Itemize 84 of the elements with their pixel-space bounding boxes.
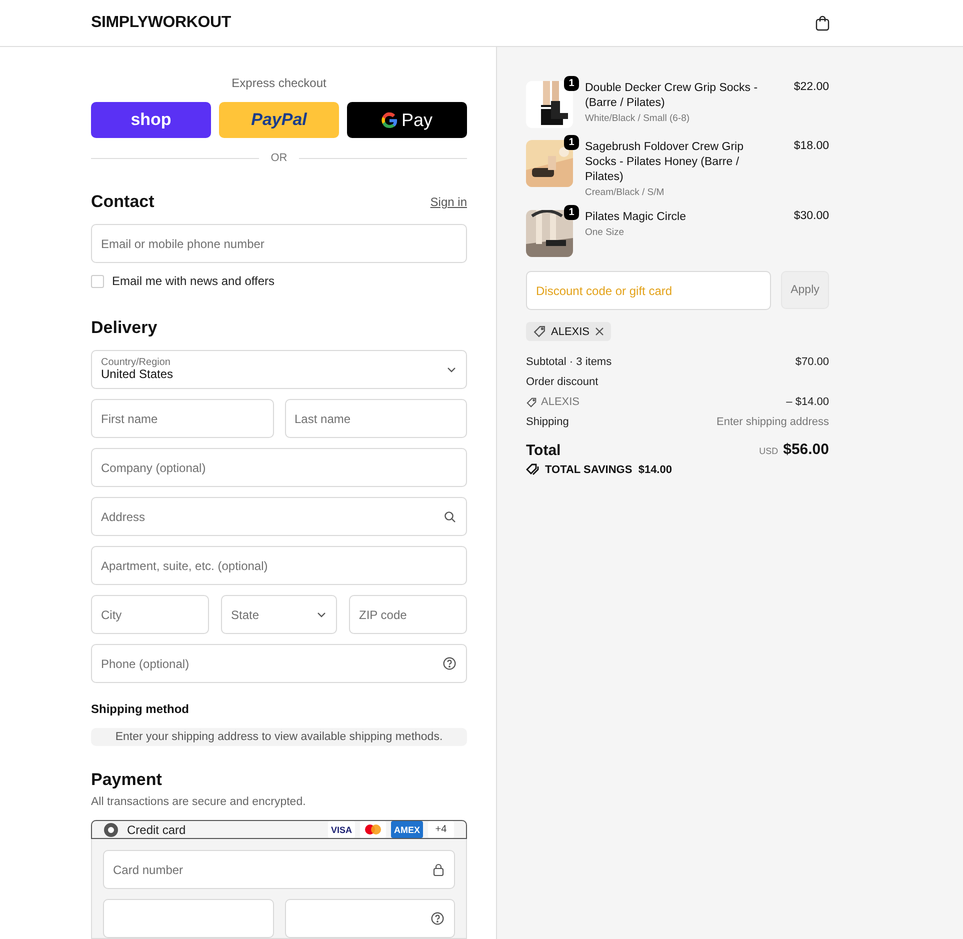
field-placeholder: Address bbox=[101, 510, 146, 524]
shopping-bag-icon[interactable] bbox=[815, 15, 830, 31]
product-variant: One Size bbox=[585, 227, 626, 238]
product-variant: Cream/Black / S/M bbox=[585, 187, 666, 198]
checkbox[interactable] bbox=[91, 274, 104, 288]
field-placeholder: Email or mobile phone number bbox=[101, 236, 264, 250]
product-name: Double Decker Crew Grip Socks - (Barre / Pilates) bbox=[585, 81, 759, 111]
paypal-button[interactable]: PayPal bbox=[219, 102, 339, 138]
input-field[interactable]: Email or mobile phone number bbox=[91, 224, 467, 263]
discount-code: ALEXIS bbox=[541, 396, 580, 408]
product-name: Sagebrush Foldover Crew Grip Socks - Pilates Honey (Barre / Pilates) bbox=[585, 140, 745, 185]
google-pay-button[interactable]: Pay bbox=[347, 102, 467, 138]
currency-code: USD bbox=[759, 446, 778, 456]
product-name: Pilates Magic Circle bbox=[585, 210, 687, 225]
select-field[interactable]: State bbox=[221, 595, 337, 634]
tag-icon bbox=[526, 396, 537, 408]
input-field[interactable]: Address bbox=[91, 497, 467, 536]
input-field[interactable]: Card number bbox=[103, 850, 455, 889]
section-title: Contact bbox=[91, 192, 154, 212]
product-price: $30.00 bbox=[794, 210, 829, 224]
section-title: Payment bbox=[91, 770, 162, 790]
quantity-badge: 1 bbox=[564, 135, 579, 150]
input-field[interactable]: First name bbox=[91, 399, 274, 438]
help-icon bbox=[431, 912, 444, 925]
input-field[interactable]: Company (optional) bbox=[91, 448, 467, 487]
total-savings: TOTAL SAVINGS $14.00 bbox=[545, 464, 672, 476]
total-label: Total bbox=[526, 442, 561, 458]
shop-pay-button[interactable]: shop bbox=[91, 102, 211, 138]
card-logo: AMEX bbox=[390, 821, 423, 838]
section-subtitle: Shipping method bbox=[91, 702, 190, 716]
section-title: Delivery bbox=[91, 318, 158, 338]
checkbox-label: Email me with news and offers bbox=[112, 274, 275, 288]
card-logo: VISA bbox=[328, 821, 355, 838]
input-field[interactable]: Phone (optional) bbox=[91, 644, 467, 683]
field-placeholder: City bbox=[101, 608, 122, 622]
summary-value: – $14.00 bbox=[786, 396, 829, 408]
more-cards-badge: +4 bbox=[428, 821, 454, 838]
field-placeholder: Phone (optional) bbox=[101, 656, 190, 670]
payment-method-option[interactable]: Credit card VISA AMEX +4 bbox=[91, 820, 467, 839]
input-field[interactable] bbox=[103, 899, 274, 938]
field-placeholder: First name bbox=[101, 412, 158, 426]
summary-value: Enter shipping address bbox=[716, 416, 829, 428]
quantity-badge: 1 bbox=[564, 76, 579, 91]
field-value: United States bbox=[101, 368, 174, 382]
product-price: $22.00 bbox=[794, 81, 829, 95]
product-variant: White/Black / Small (6-8) bbox=[585, 113, 691, 124]
quantity-badge: 1 bbox=[564, 205, 579, 220]
help-icon bbox=[443, 657, 456, 670]
shipping-notice: Enter your shipping address to view available shipping methods. bbox=[91, 728, 467, 746]
field-placeholder: ZIP code bbox=[359, 608, 407, 622]
input-field[interactable]: Last name bbox=[284, 399, 467, 438]
summary-label: Order discount bbox=[526, 376, 598, 388]
google-g-icon bbox=[381, 112, 398, 128]
payment-subtitle: All transactions are secure and encrypted. bbox=[91, 796, 307, 808]
input-field[interactable]: City bbox=[91, 595, 209, 634]
input-field[interactable]: ZIP code bbox=[349, 595, 467, 634]
summary-label: Shipping bbox=[526, 416, 569, 428]
store-logo[interactable]: SIMPLYWORKOUT bbox=[91, 14, 231, 32]
field-placeholder: Card number bbox=[113, 862, 184, 876]
close-icon[interactable] bbox=[594, 327, 604, 336]
divider-label: OR bbox=[270, 152, 288, 164]
apply-button[interactable]: Apply bbox=[781, 271, 829, 309]
summary-label: Subtotal · 3 items bbox=[526, 356, 612, 368]
chevron-down-icon bbox=[447, 366, 456, 372]
summary-value: $70.00 bbox=[795, 356, 829, 368]
input-field[interactable] bbox=[284, 899, 455, 938]
total-value: $56.00 bbox=[783, 441, 829, 458]
express-checkout-title: Express checkout bbox=[230, 76, 328, 90]
sign-in-link[interactable]: Sign in bbox=[430, 195, 467, 209]
radio-button[interactable] bbox=[104, 822, 118, 836]
discount-chip: ALEXIS bbox=[526, 322, 611, 341]
field-placeholder: Apartment, suite, etc. (optional) bbox=[101, 558, 268, 572]
product-price: $18.00 bbox=[794, 140, 829, 154]
field-placeholder: Last name bbox=[294, 412, 351, 426]
field-label: Country/Region bbox=[101, 356, 172, 368]
search-icon bbox=[444, 510, 456, 522]
tags-icon bbox=[526, 463, 540, 476]
tag-icon bbox=[533, 325, 546, 338]
lock-icon bbox=[433, 863, 444, 876]
field-placeholder: State bbox=[231, 608, 260, 622]
chevron-down-icon bbox=[317, 612, 326, 618]
field-placeholder: Company (optional) bbox=[101, 460, 206, 474]
select-field[interactable]: Country/Region United States bbox=[91, 350, 467, 389]
input-field[interactable]: Apartment, suite, etc. (optional) bbox=[91, 546, 467, 585]
